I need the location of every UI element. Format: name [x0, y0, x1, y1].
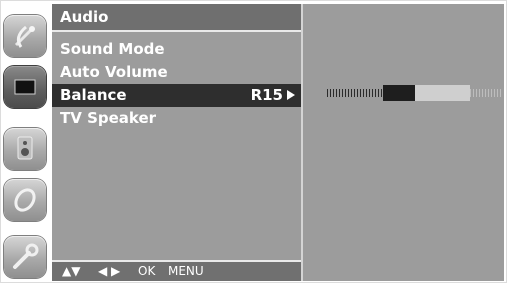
tv-screen-icon: [14, 79, 36, 95]
rail-button-time[interactable]: [4, 179, 46, 221]
balance-value-text: R15: [250, 86, 283, 104]
category-rail: [0, 4, 52, 280]
balance-left-level: [383, 85, 415, 101]
speaker-icon: [17, 136, 33, 160]
menu-item-balance[interactable]: Balance R15: [52, 84, 301, 107]
balance-right-level: [415, 85, 470, 101]
wrench-icon: [13, 243, 39, 269]
clock-icon: [14, 188, 36, 212]
ok-hint: OK: [138, 264, 156, 278]
audio-menu-panel: Audio Sound Mode Auto Volume Balance R15…: [52, 4, 301, 281]
balance-adjust-panel: [301, 4, 504, 281]
menu-title: Audio: [52, 4, 301, 32]
menu-item-tv-speaker[interactable]: TV Speaker: [52, 107, 301, 130]
rail-button-audio[interactable]: [4, 128, 46, 170]
tv-osd-screen: Audio Sound Mode Auto Volume Balance R15…: [0, 0, 507, 283]
menu-item-label: Auto Volume: [60, 63, 168, 81]
menu-item-sound-mode[interactable]: Sound Mode: [52, 38, 301, 61]
balance-ticks-left: [327, 89, 383, 97]
rail-button-option[interactable]: [4, 236, 46, 278]
balance-value: R15: [251, 84, 295, 107]
navigation-hint-bar: ▲▼ ◀ ▶ OK MENU: [52, 260, 301, 281]
rail-button-channel[interactable]: [4, 15, 46, 57]
rail-button-picture[interactable]: [4, 66, 46, 108]
right-arrow-icon: [287, 90, 295, 100]
menu-item-label: TV Speaker: [60, 109, 157, 127]
balance-slider[interactable]: [327, 85, 503, 101]
up-down-icon: ▲▼: [62, 264, 81, 278]
menu-hint: MENU: [168, 264, 204, 278]
balance-ticks-right: [470, 89, 503, 97]
menu-item-label: Sound Mode: [60, 40, 165, 58]
satellite-dish-icon: [14, 25, 35, 48]
left-right-icon: ◀ ▶: [98, 264, 121, 278]
menu-item-auto-volume[interactable]: Auto Volume: [52, 61, 301, 84]
menu-items: Sound Mode Auto Volume Balance R15 TV Sp…: [52, 38, 301, 130]
menu-item-label: Balance: [60, 86, 127, 104]
